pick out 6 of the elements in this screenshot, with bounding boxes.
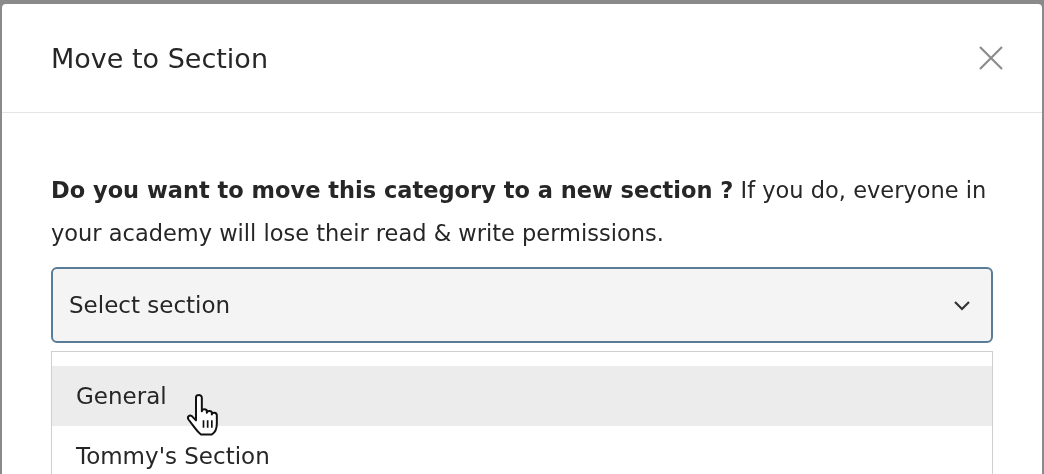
dialog-title: Move to Section (51, 42, 268, 74)
section-select[interactable]: Select section (51, 267, 993, 343)
dialog-message: Do you want to move this category to a new section ? If you do, everyone in your academy will lose their read & write permissions. (51, 176, 988, 248)
close-button[interactable] (978, 45, 1004, 71)
dropdown-option[interactable]: General (52, 366, 992, 426)
chevron-icon (953, 299, 971, 311)
